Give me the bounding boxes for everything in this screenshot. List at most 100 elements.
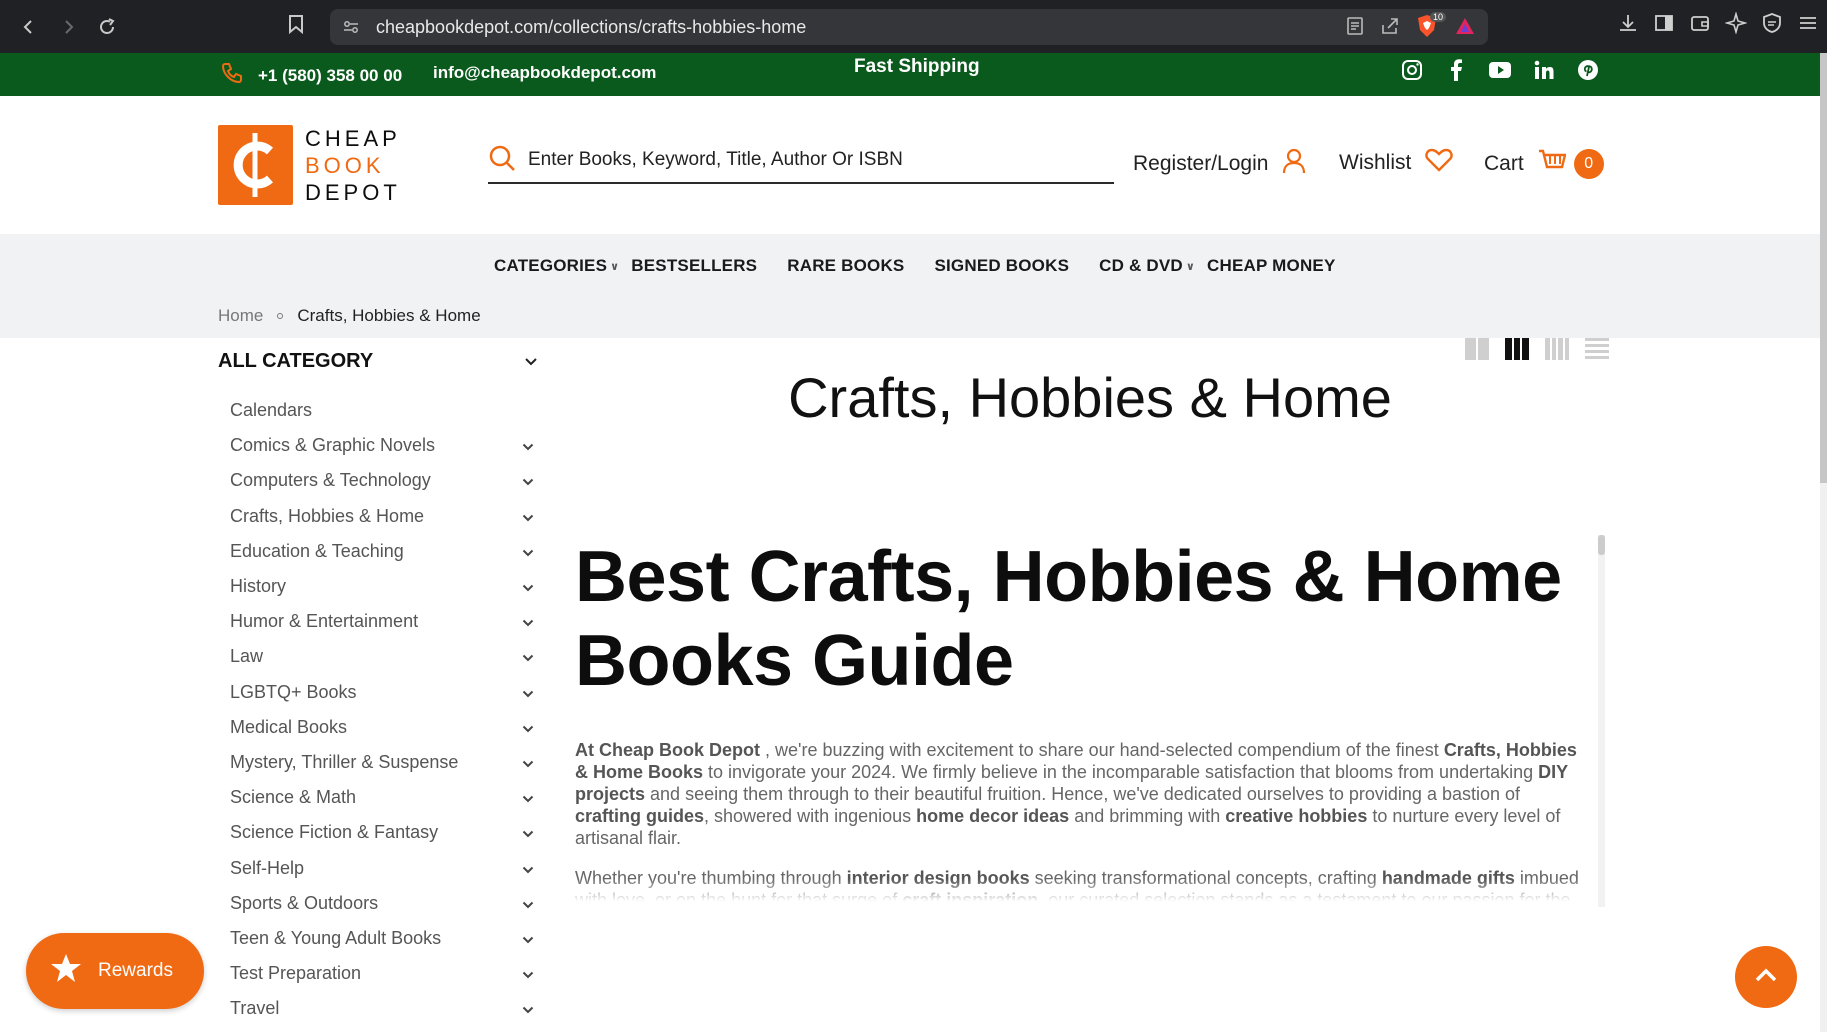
breadcrumb: Home Crafts, Hobbies & Home [218,306,481,326]
search-icon[interactable] [488,144,516,177]
logo-line-1: CHEAP [305,125,401,151]
category-heading-toggle[interactable]: ALL CATEGORY [218,350,538,373]
shield-count-badge: 10 [1430,12,1447,22]
category-item[interactable]: Medical Books [218,710,538,745]
nav-cheap-money[interactable]: CHEAP MONEY [1207,256,1335,276]
phone-number: +1 (580) 358 00 00 [258,65,403,85]
category-item[interactable]: Test Preparation [218,956,538,991]
category-item[interactable]: History [218,569,538,604]
reader-mode-icon[interactable] [1346,16,1364,41]
logo-line-2: BOOK [305,152,385,178]
wallet-icon[interactable] [1689,12,1711,39]
download-icon[interactable] [1617,12,1639,39]
chevron-down-icon[interactable] [522,928,534,949]
chevron-down-icon[interactable] [522,717,534,738]
instagram-icon[interactable] [1400,58,1424,82]
category-item[interactable]: Mystery, Thriller & Suspense [218,745,538,780]
chevron-down-icon[interactable] [522,682,534,703]
category-item[interactable]: Sports & Outdoors [218,886,538,921]
chevron-down-icon[interactable] [522,893,534,914]
reload-icon[interactable] [88,8,125,45]
category-item[interactable]: Humor & Entertainment [218,604,538,639]
pinterest-icon[interactable] [1576,58,1600,82]
category-label: Medical Books [230,716,348,737]
category-label: Computers & Technology [230,470,431,491]
rewards-button[interactable]: Rewards [26,933,204,1009]
chevron-down-icon[interactable] [522,576,534,597]
cart-link[interactable]: Cart 0 [1484,148,1604,180]
nav-bestsellers[interactable]: BESTSELLERS [631,256,757,276]
keyword-text: home decor ideas [916,806,1070,826]
category-item[interactable]: Law [218,639,538,674]
category-item[interactable]: Travel [218,991,538,1026]
breadcrumb-home[interactable]: Home [218,306,263,326]
content-scrollbar[interactable] [1598,535,1605,907]
chevron-down-icon[interactable] [522,787,534,808]
grid-4-view-icon[interactable] [1545,338,1569,360]
facebook-icon[interactable] [1444,58,1468,82]
forward-icon[interactable] [49,8,86,45]
chevron-down-icon[interactable] [522,998,534,1019]
menu-icon[interactable] [1797,12,1819,39]
login-link[interactable]: Register/Login [1133,148,1306,180]
vpn-icon[interactable] [1761,12,1783,39]
back-to-top-button[interactable] [1735,946,1797,1008]
nav-cd-dvd[interactable]: CD & DVD ∨ [1099,256,1195,276]
address-bar[interactable]: cheapbookdepot.com/collections/crafts-ho… [330,9,1488,45]
search-input[interactable] [528,149,1088,171]
phone-icon [220,61,244,90]
email-link[interactable]: info@cheapbookdepot.com [433,63,656,83]
grid-3-view-icon[interactable] [1505,338,1530,360]
login-label: Register/Login [1133,152,1269,175]
scroll-thumb[interactable] [1598,535,1605,555]
bookmark-icon[interactable] [288,14,304,39]
nav-signed-books[interactable]: SIGNED BOOKS [934,256,1069,276]
site-settings-icon[interactable] [342,18,360,41]
brave-shield-icon[interactable]: 10 [1416,12,1447,43]
grid-2-view-icon[interactable] [1465,338,1489,360]
category-item[interactable]: Self-Help [218,850,538,885]
chevron-down-icon[interactable] [522,541,534,562]
cart-label: Cart [1484,152,1524,175]
leo-ai-icon[interactable] [1724,11,1748,39]
category-item[interactable]: Teen & Young Adult Books [218,921,538,956]
category-label: Science Fiction & Fantasy [230,822,439,843]
sidebar-toggle-icon[interactable] [1653,12,1675,39]
category-item[interactable]: Comics & Graphic Novels [218,428,538,463]
chevron-down-icon[interactable] [522,646,534,667]
category-label: Law [230,646,264,667]
nav-categories[interactable]: CATEGORIES ∨ [494,256,619,276]
chevron-down-icon[interactable] [522,506,534,527]
category-item[interactable]: Science & Math [218,780,538,815]
chevron-down-icon[interactable] [522,963,534,984]
chevron-down-icon[interactable] [522,470,534,491]
category-item[interactable]: LGBTQ+ Books [218,675,538,710]
wishlist-label: Wishlist [1339,151,1412,174]
back-icon[interactable] [10,8,47,45]
linkedin-icon[interactable] [1532,58,1556,82]
chevron-down-icon[interactable] [522,752,534,773]
chevron-down-icon[interactable] [522,435,534,456]
wishlist-link[interactable]: Wishlist [1339,148,1454,178]
chevron-down-icon[interactable] [522,822,534,843]
list-view-icon[interactable] [1585,338,1609,360]
site-logo[interactable]: CHEAP BOOK DEPOT [218,124,400,206]
category-item[interactable]: Science Fiction & Fantasy [218,815,538,850]
share-icon[interactable] [1380,16,1400,41]
chevron-up-icon [1754,967,1778,988]
category-item[interactable]: Crafts, Hobbies & Home [218,499,538,534]
category-label: Calendars [230,400,313,421]
page-scroll-thumb[interactable] [1820,53,1827,483]
nav-rare-books[interactable]: RARE BOOKS [787,256,904,276]
chevron-down-icon[interactable] [522,611,534,632]
youtube-icon[interactable] [1488,58,1512,82]
category-item[interactable]: Computers & Technology [218,463,538,498]
page-scrollbar[interactable] [1820,53,1827,1032]
nav-label: RARE BOOKS [787,256,905,275]
category-item[interactable]: Calendars [218,393,538,428]
brave-rewards-icon[interactable] [1454,16,1476,41]
phone-contact[interactable]: +1 (580) 358 00 00 [220,61,402,90]
star-icon [50,953,82,989]
chevron-down-icon[interactable] [522,858,534,879]
category-item[interactable]: Education & Teaching [218,534,538,569]
